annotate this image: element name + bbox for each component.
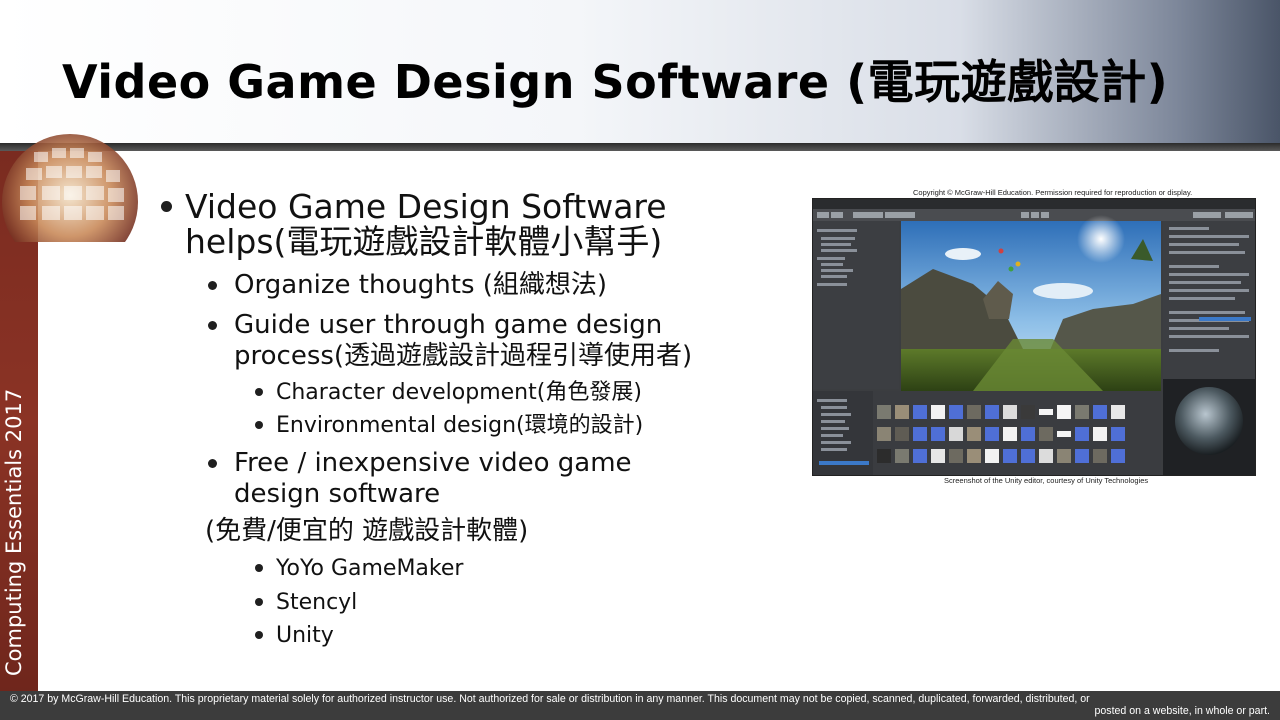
- bullet-text: process(透過遊戲設計過程引導使用者): [234, 341, 693, 371]
- globe-logo: [0, 132, 150, 242]
- bullet-continuation: process(透過遊戲設計過程引導使用者): [234, 341, 692, 372]
- copyright-caption: Copyright © McGraw-Hill Education. Permi…: [913, 188, 1193, 197]
- unity-editor-screenshot: [812, 198, 1256, 476]
- slide-title: Video Game Design Software (電玩遊戲設計): [62, 55, 1169, 109]
- bullet-text: Stencyl: [276, 590, 358, 615]
- sidebar-label: Computing Essentials 2017: [2, 388, 26, 676]
- bullet-dot: [255, 598, 263, 606]
- bullet-text: helps(電玩遊戲設計軟體小幫手): [185, 222, 663, 261]
- bullet-text: Unity: [276, 623, 334, 648]
- bullet-text: Environmental design(環境的設計): [276, 413, 644, 438]
- bullet-yoyo-gamemaker: YoYo GameMaker: [255, 555, 464, 582]
- bullet-free-inexpensive: Free / inexpensive video game: [208, 448, 632, 479]
- bullet-organize-thoughts: Organize thoughts (組織想法): [208, 270, 608, 301]
- bullet-text: Character development(角色發展): [276, 380, 642, 405]
- bullet-dot: [255, 388, 263, 396]
- bullet-text: Guide user through game design: [234, 310, 663, 340]
- footer-line-1: © 2017 by McGraw-Hill Education. This pr…: [10, 693, 1090, 705]
- bullet-stencyl: Stencyl: [255, 589, 358, 616]
- bullet-continuation: design software: [234, 479, 440, 510]
- bullet-character-development: Character development(角色發展): [255, 379, 642, 406]
- bullet-text: Video Game Design Software: [185, 187, 667, 226]
- bullet-video-game-design-software: Video Game Design Software: [161, 187, 667, 226]
- screenshot-credit-caption: Screenshot of the Unity editor, courtesy…: [944, 476, 1149, 485]
- bullet-dot: [255, 421, 263, 429]
- bullet-dot: [208, 321, 217, 330]
- bullet-continuation: helps(電玩遊戲設計軟體小幫手): [185, 224, 662, 259]
- bullet-dot: [208, 459, 217, 468]
- copyright-footer: © 2017 by McGraw-Hill Education. This pr…: [0, 691, 1280, 720]
- bullet-text: Organize thoughts (組織想法): [234, 270, 608, 300]
- bullet-environmental-design: Environmental design(環境的設計): [255, 412, 644, 439]
- header-rule: [0, 143, 1280, 151]
- bullet-dot: [161, 201, 172, 212]
- bullet-text: Free / inexpensive video game: [234, 448, 632, 478]
- bullet-guide-user: Guide user through game design: [208, 310, 663, 341]
- bullet-unity: Unity: [255, 622, 334, 649]
- bullet-dot: [255, 631, 263, 639]
- bullet-text: (免費/便宜的 遊戲設計軟體): [205, 516, 529, 546]
- bullet-dot: [255, 564, 263, 572]
- bullet-note: (免費/便宜的 遊戲設計軟體): [205, 516, 528, 547]
- bullet-dot: [208, 281, 217, 290]
- footer-line-2: posted on a website, in whole or part.: [1094, 705, 1271, 717]
- bullet-text: design software: [234, 479, 441, 509]
- bullet-text: YoYo GameMaker: [276, 556, 464, 581]
